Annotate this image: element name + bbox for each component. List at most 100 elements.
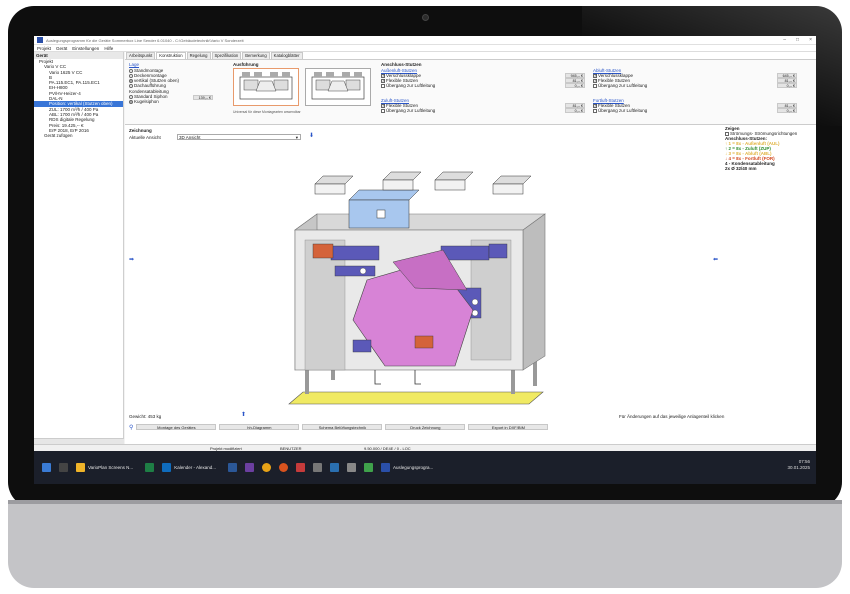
outlet-box-1[interactable] <box>314 175 354 185</box>
stutzen-option[interactable]: Übergang zur Luftleitung <box>593 108 647 113</box>
unit-sketch-icon <box>239 72 293 100</box>
housing-top[interactable] <box>294 213 546 231</box>
tab-konstruktion[interactable]: Konstruktion <box>156 52 186 59</box>
housing-side-right[interactable] <box>522 213 546 371</box>
ventilation-unit-3d-drawing[interactable] <box>275 170 575 418</box>
leg <box>305 368 309 394</box>
project-tree: Gerät Projekt Vario V CC Vario 1625 V CC B P… <box>34 52 124 444</box>
export-dxf-button[interactable]: Export in DXF/BIM <box>468 424 549 430</box>
ausfuehrung-thumb[interactable] <box>305 68 371 106</box>
tray-date: 30.01.2025 <box>787 465 810 470</box>
kondensat-option-1[interactable]: Kugelsiphon <box>129 99 159 104</box>
duct-upper-right[interactable] <box>440 245 490 261</box>
arrow-up-icon[interactable]: ⬆ <box>241 412 246 418</box>
menu-projekt[interactable]: Projekt <box>37 46 51 51</box>
control-unit-icon[interactable] <box>376 209 386 219</box>
monitor-mockup: Auslegungsprogramm für die Geräte Sommer… <box>0 0 850 594</box>
leg <box>511 368 515 394</box>
connector-red-left[interactable] <box>312 243 334 259</box>
base-plate[interactable] <box>288 391 544 405</box>
stutzen-option[interactable]: Übergang zur Luftleitung <box>381 108 435 113</box>
taskbar-app-label: VarioPlan Screens N... <box>88 465 134 470</box>
tab-bemerkung[interactable]: Bemerkung <box>242 52 270 59</box>
ausfuehrung-thumb-selected[interactable] <box>233 68 299 106</box>
radio-selected-icon[interactable] <box>129 99 133 104</box>
condensate-pipe-right[interactable] <box>414 370 421 385</box>
close-icon[interactable]: × <box>809 37 812 43</box>
checkbox-icon[interactable] <box>593 83 597 88</box>
tree-list: Projekt Vario V CC Vario 1625 V CC B PA.115.… <box>34 59 123 138</box>
teams-icon[interactable] <box>244 463 254 472</box>
system-tray[interactable]: 07:56 30.01.2025 <box>787 459 810 471</box>
duct-bottom-right[interactable] <box>414 335 434 349</box>
montage-button[interactable]: Montage des Gerätes <box>136 424 217 430</box>
outlet-box-4[interactable] <box>492 175 532 185</box>
drawing-area: Zeichnung Aktuelle Ansicht 3D Ansicht ▾ … <box>125 126 816 422</box>
taskbar-app-label: Auslegungsprogra... <box>392 465 434 470</box>
checkbox-icon[interactable] <box>381 108 385 113</box>
checkbox-icon[interactable] <box>593 108 597 113</box>
hx-diagram-button[interactable]: hh-Diagramm <box>219 424 300 430</box>
pin-icon[interactable]: ⚲ <box>129 424 133 431</box>
word-icon[interactable] <box>227 463 237 472</box>
app-icon-green[interactable] <box>363 463 373 472</box>
tab-katalogblaetter[interactable]: Katalogblätter <box>270 52 303 59</box>
menu-hilfe[interactable]: Hilfe <box>104 46 113 51</box>
start-icon[interactable] <box>42 463 51 472</box>
menu-einstellungen[interactable]: Einstellungen <box>72 46 99 51</box>
maximize-icon[interactable]: □ <box>796 37 799 43</box>
radio-icon[interactable] <box>129 83 133 88</box>
stutzen-option[interactable]: Übergang zur Luftleitung <box>381 83 435 88</box>
tab-spezifikation[interactable]: Spezifikation <box>211 52 242 59</box>
tab-regelung[interactable]: Regelung <box>186 52 211 59</box>
ausfuehrung-note: Universal für diese Montagearten anwendb… <box>233 110 301 114</box>
firefox-icon[interactable] <box>278 463 288 472</box>
arrow-left-icon[interactable]: ⬅ <box>713 257 718 263</box>
outlet-box-2[interactable] <box>382 171 422 181</box>
schema-button[interactable]: Schema Belüftungstechnik <box>302 424 383 430</box>
screen: Auslegungsprogramm für die Geräte Sommer… <box>34 36 816 484</box>
chevron-down-icon: ▾ <box>295 135 298 140</box>
lage-option-3[interactable]: Dachaufführung <box>129 83 166 88</box>
network-app-icon[interactable] <box>346 463 356 472</box>
menu-geraet[interactable]: Gerät <box>56 46 67 51</box>
print-drawing-button[interactable]: Druck Zeichnung <box>385 424 466 430</box>
taskbar-app-auslegung[interactable]: Auslegungsprogra... <box>377 463 433 472</box>
checkbox-icon[interactable] <box>381 83 385 88</box>
outlet-box-3-front <box>434 179 466 191</box>
duct-bottom-left[interactable] <box>352 339 372 353</box>
duct-upper-left[interactable] <box>330 245 380 261</box>
taskbar-app-calendar[interactable]: Kalender - Alexand... <box>158 463 216 472</box>
chrome-icon[interactable] <box>261 463 271 472</box>
construction-panel: Lage Standmontage Deckenmontage vertikal… <box>125 59 816 125</box>
unit-sketch-icon <box>311 72 365 100</box>
outlet-box-3[interactable] <box>434 171 474 181</box>
app-logo-icon <box>380 463 390 472</box>
outlet-box-1-front <box>314 183 346 195</box>
stutzen-option-price: 0,-- € <box>565 108 585 113</box>
excel-icon[interactable] <box>145 463 155 472</box>
ausfuehrung-heading: Ausführung <box>233 62 259 67</box>
app-icon[interactable] <box>329 463 339 472</box>
tool-icon[interactable] <box>312 463 322 472</box>
fan-left[interactable] <box>334 265 376 277</box>
view-select[interactable]: 3D Ansicht ▾ <box>177 134 301 140</box>
taskbar-app-varioplan[interactable]: VarioPlan Screens N... <box>72 463 133 472</box>
minimize-icon[interactable]: – <box>783 37 786 43</box>
stutzen-option-label: Übergang zur Luftleitung <box>598 108 648 113</box>
connector-blue-right[interactable] <box>488 243 508 259</box>
condensate-pipe-left[interactable] <box>374 370 381 385</box>
filter-block-top[interactable] <box>348 189 420 201</box>
taskview-icon[interactable] <box>59 463 68 472</box>
view-select-value: 3D Ansicht <box>179 135 201 140</box>
bottom-button-bar: ⚲ Montage des Gerätes hh-Diagramm Schema… <box>125 423 816 431</box>
arrow-down-icon[interactable]: ⬇ <box>309 133 314 139</box>
tab-arbeitspunkt[interactable]: Arbeitspunkt <box>126 52 156 59</box>
stutzen-option[interactable]: Übergang zur Luftleitung <box>593 83 647 88</box>
pdf-icon[interactable] <box>295 463 305 472</box>
edit-hint: Für Änderungen auf das jeweilige Anlagen… <box>619 414 725 419</box>
arrow-right-icon[interactable]: ➡ <box>129 257 134 263</box>
monitor-chin <box>8 504 842 588</box>
tree-item[interactable]: Gerät zufügen <box>34 133 123 138</box>
window-titlebar: Auslegungsprogramm für die Geräte Sommer… <box>34 36 816 45</box>
